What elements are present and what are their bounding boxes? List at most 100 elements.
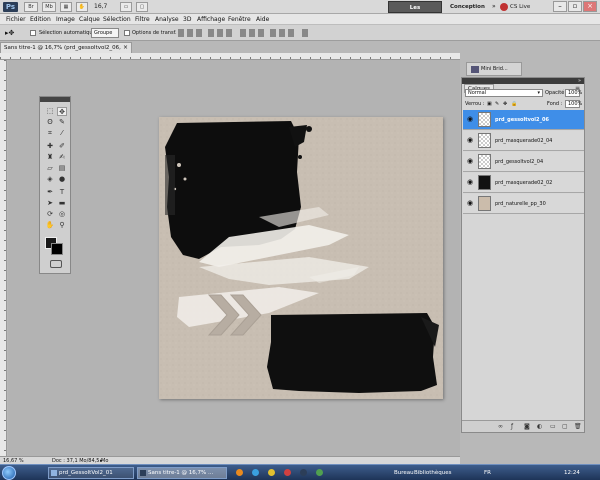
3d-camera-tool-icon[interactable]: ◎ — [57, 210, 67, 219]
start-button[interactable] — [2, 466, 16, 480]
move-tool-icon[interactable]: ✥ — [57, 107, 67, 116]
mini-bridge-tab[interactable]: Mini Brid... — [466, 62, 522, 76]
arrange-documents-button[interactable]: ▭ — [120, 2, 132, 12]
eye-icon[interactable]: ◉ — [467, 116, 473, 123]
menu-view[interactable]: Affichage — [197, 14, 225, 25]
workspace-design[interactable]: Conception — [450, 2, 490, 12]
distribute-bottom-icon[interactable] — [258, 29, 264, 37]
marquee-tool-icon[interactable]: ⬚ — [45, 107, 55, 116]
background-color-swatch[interactable] — [51, 243, 63, 255]
auto-select-checkbox[interactable] — [30, 30, 36, 36]
layer-style-icon[interactable]: ƒ — [511, 424, 517, 430]
align-top-icon[interactable] — [178, 29, 184, 37]
layer-row[interactable]: ◉ prd_masquerade02_04 — [463, 131, 584, 151]
close-button[interactable]: × — [583, 1, 597, 12]
eraser-tool-icon[interactable]: ▱ — [45, 164, 55, 173]
minimize-button[interactable]: – — [553, 1, 567, 12]
pen-tool-icon[interactable]: ✒ — [45, 188, 55, 197]
menu-3d[interactable]: 3D — [183, 14, 191, 25]
layer-row[interactable]: ◉ prd_gessoltvol2_06 — [463, 110, 584, 130]
menu-filter[interactable]: Filtre — [135, 14, 150, 25]
screen-mode-button[interactable]: ▢ — [136, 2, 148, 12]
extras-button[interactable]: ▦ — [60, 2, 72, 12]
clone-stamp-tool-icon[interactable]: ♜ — [45, 153, 55, 162]
menu-layer[interactable]: Calque — [79, 14, 100, 25]
blur-tool-icon[interactable]: ◈ — [45, 175, 55, 184]
crop-tool-icon[interactable]: ⌗ — [45, 129, 55, 138]
layer-row[interactable]: ◉ prd_gessoltvol2_04 — [463, 152, 584, 172]
zoom-tool-icon[interactable]: ⚲ — [57, 221, 67, 230]
quick-select-tool-icon[interactable]: ✎ — [57, 118, 67, 127]
menu-analysis[interactable]: Analyse — [155, 14, 179, 25]
close-document-icon[interactable]: × — [123, 43, 128, 53]
lock-pixels-icon[interactable]: ✎ — [495, 100, 499, 108]
horizontal-ruler[interactable] — [0, 53, 460, 60]
type-tool-icon[interactable]: T — [57, 188, 67, 197]
hand-tool-icon[interactable]: ✋ — [45, 221, 55, 230]
app-icon[interactable] — [316, 469, 323, 476]
bridge-button[interactable]: Br — [24, 2, 38, 12]
link-layers-icon[interactable]: ∞ — [498, 424, 504, 430]
desktop-toolbar[interactable]: Bureau — [394, 467, 414, 479]
libraries-toolbar[interactable]: Bibliothèques — [414, 467, 451, 479]
distribute-left-icon[interactable] — [270, 29, 276, 37]
zoom-level[interactable]: 16,7 — [94, 2, 116, 12]
eye-icon[interactable]: ◉ — [467, 158, 473, 165]
shape-tool-icon[interactable]: ▬ — [57, 199, 67, 208]
mini-bridge-button[interactable]: Mb — [42, 2, 56, 12]
eyedropper-tool-icon[interactable]: ⁄ — [57, 129, 67, 138]
menu-image[interactable]: Image — [56, 14, 75, 25]
auto-select-dropdown[interactable]: Groupe — [91, 28, 119, 38]
align-vcenter-icon[interactable] — [187, 29, 193, 37]
quick-mask-icon[interactable] — [50, 260, 62, 268]
adjustment-layer-icon[interactable]: ◐ — [537, 424, 543, 430]
distribute-top-icon[interactable] — [240, 29, 246, 37]
lock-position-icon[interactable]: ✥ — [503, 100, 507, 108]
hand-tool-button[interactable]: ✋ — [76, 2, 88, 12]
new-group-icon[interactable]: ▭ — [550, 424, 556, 430]
opacity-input[interactable]: 100% — [565, 89, 582, 97]
maximize-button[interactable]: ▫ — [568, 1, 582, 12]
explorer-icon[interactable] — [268, 469, 275, 476]
align-bottom-icon[interactable] — [196, 29, 202, 37]
lock-all-icon[interactable]: 🔒 — [511, 100, 517, 108]
history-brush-tool-icon[interactable]: ✍ — [57, 153, 67, 162]
align-left-icon[interactable] — [208, 29, 214, 37]
chevron-right-icon[interactable]: » — [492, 3, 496, 10]
collapse-panel-icon[interactable]: » — [578, 78, 581, 84]
layer-row[interactable]: ◉ prd_naturelle_pp_30 — [463, 194, 584, 214]
distribute-hcenter-icon[interactable] — [279, 29, 285, 37]
taskbar-item[interactable]: Sans titre-1 @ 16,7% ... — [137, 467, 227, 479]
new-layer-icon[interactable]: ▢ — [562, 424, 568, 430]
align-right-icon[interactable] — [226, 29, 232, 37]
move-tool-preset-icon[interactable]: ▸✥ — [5, 28, 21, 38]
firefox-icon[interactable] — [236, 469, 243, 476]
menu-help[interactable]: Aide — [256, 14, 269, 25]
layer-mask-icon[interactable]: ◙ — [524, 424, 530, 430]
healing-brush-tool-icon[interactable]: ✚ — [45, 142, 55, 151]
blend-mode-dropdown[interactable]: Normal ▾ — [465, 89, 543, 97]
menu-select[interactable]: Sélection — [103, 14, 131, 25]
language-indicator[interactable]: FR — [484, 467, 491, 479]
transform-controls-checkbox[interactable] — [124, 30, 130, 36]
eye-icon[interactable]: ◉ — [467, 137, 473, 144]
vertical-ruler[interactable] — [0, 60, 7, 456]
path-selection-tool-icon[interactable]: ➤ — [45, 199, 55, 208]
clock[interactable]: 12:24 — [564, 467, 580, 479]
document-tab[interactable]: Sans titre-1 @ 16,7% (prd_gessoltvol2_06… — [0, 42, 132, 61]
cs-live-button[interactable]: CS Live — [510, 2, 550, 12]
tools-panel-header[interactable] — [40, 97, 70, 102]
menu-edit[interactable]: Edition — [30, 14, 51, 25]
internet-explorer-icon[interactable] — [252, 469, 259, 476]
media-player-icon[interactable] — [284, 469, 291, 476]
photoshop-icon[interactable] — [300, 469, 307, 476]
auto-align-icon[interactable] — [302, 29, 308, 37]
brush-tool-icon[interactable]: ✐ — [57, 142, 67, 151]
taskbar-item[interactable]: prd_GessoltVol2_01 — [48, 467, 134, 479]
lasso-tool-icon[interactable]: ʘ — [45, 118, 55, 127]
eye-icon[interactable]: ◉ — [467, 200, 473, 207]
distribute-right-icon[interactable] — [288, 29, 294, 37]
distribute-vcenter-icon[interactable] — [249, 29, 255, 37]
layer-row[interactable]: ◉ prd_masquerade02_02 — [463, 173, 584, 193]
align-hcenter-icon[interactable] — [217, 29, 223, 37]
